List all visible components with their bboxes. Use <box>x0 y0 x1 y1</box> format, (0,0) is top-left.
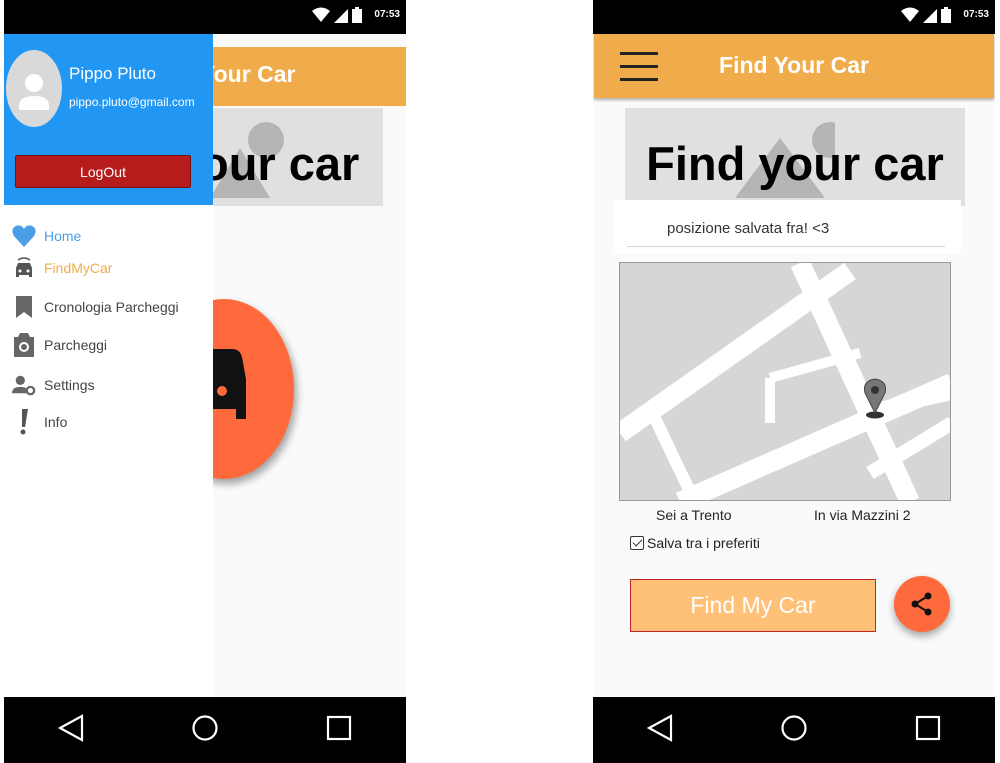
signal-icon <box>923 9 937 23</box>
menu-item-label: Info <box>44 414 68 430</box>
favorites-checkbox[interactable]: Salva tra i preferiti <box>630 535 760 551</box>
android-nav-bar <box>593 697 995 763</box>
wifi-icon <box>901 7 919 22</box>
android-nav-bar <box>4 697 406 763</box>
menu-item-home[interactable]: Home <box>12 224 81 248</box>
user-avatar-icon <box>19 74 49 110</box>
user-settings-icon <box>12 373 36 397</box>
logout-button[interactable]: LogOut <box>15 155 191 188</box>
user-email: pippo.pluto@gmail.com <box>69 95 195 109</box>
map-view[interactable] <box>619 262 951 501</box>
info-icon <box>12 409 36 435</box>
navigation-drawer: Pippo Pluto pippo.pluto@gmail.com LogOut… <box>4 34 213 697</box>
menu-item-findmycar[interactable]: FindMyCar <box>12 256 112 280</box>
checkbox-checked-icon[interactable] <box>630 536 644 550</box>
app-title-partial: Your Car <box>200 61 296 87</box>
menu-item-label: Cronologia Parcheggi <box>44 299 179 315</box>
battery-icon <box>352 7 362 23</box>
status-bar: 07:53 <box>4 0 406 34</box>
battery-icon <box>941 7 951 23</box>
back-icon[interactable] <box>57 713 84 747</box>
recents-icon[interactable] <box>915 715 941 746</box>
wifi-icon <box>312 7 330 22</box>
status-icons <box>312 7 362 23</box>
avatar <box>6 50 62 127</box>
divider <box>627 246 945 247</box>
app-title: Find Your Car <box>719 52 869 78</box>
menu-item-label: Parcheggi <box>44 337 108 353</box>
menu-item-info[interactable]: Info <box>12 409 68 435</box>
signal-icon <box>334 9 348 23</box>
phone-screen-drawer: 07:53 Your Car our car Pippo Pluto pippo… <box>4 0 406 763</box>
user-name: Pippo Pluto <box>69 64 156 83</box>
map-streets <box>620 263 950 500</box>
menu-item-label: Home <box>44 228 82 244</box>
camera-icon <box>12 333 36 357</box>
status-time: 07:53 <box>374 9 400 20</box>
menu-item-cronologia-parcheggi[interactable]: Cronologia Parcheggi <box>12 295 179 319</box>
app-bar: Find Your Car <box>594 34 994 98</box>
menu-item-label: Settings <box>44 377 95 393</box>
status-bar: 07:53 <box>593 0 995 34</box>
app-bar-background: Your Car <box>200 47 406 106</box>
street-label: In via Mazzini 2 <box>814 507 911 523</box>
drawer-header: Pippo Pluto pippo.pluto@gmail.com LogOut <box>4 34 213 205</box>
home-icon[interactable] <box>191 714 219 747</box>
saved-position-card: posizione salvata fra! <3 <box>613 200 961 254</box>
taxi-icon <box>12 256 36 280</box>
saved-position-text: posizione salvata fra! <3 <box>667 220 830 237</box>
banner-text: Find your car <box>646 137 944 190</box>
bookmark-icon <box>12 295 36 319</box>
back-icon[interactable] <box>646 713 673 747</box>
share-button[interactable] <box>894 576 950 632</box>
heart-icon <box>12 224 36 248</box>
phone-screen-find-car: 07:53 Find Your Car Find your car posizi… <box>593 0 995 763</box>
find-my-car-button[interactable]: Find My Car <box>630 579 876 632</box>
favorites-label: Salva tra i preferiti <box>647 535 760 551</box>
banner-background: our car <box>200 108 383 206</box>
home-icon[interactable] <box>780 714 808 747</box>
status-time: 07:53 <box>963 9 989 20</box>
status-icons <box>901 7 951 23</box>
city-label: Sei a Trento <box>656 507 732 523</box>
banner-text-partial: our car <box>200 137 360 190</box>
location-pin-icon <box>864 378 886 419</box>
menu-item-parcheggi[interactable]: Parcheggi <box>12 333 107 357</box>
share-icon <box>911 592 932 616</box>
banner: Find your car <box>625 108 965 206</box>
recents-icon[interactable] <box>326 715 352 746</box>
menu-item-label: FindMyCar <box>44 260 113 276</box>
menu-item-settings[interactable]: Settings <box>12 373 95 397</box>
